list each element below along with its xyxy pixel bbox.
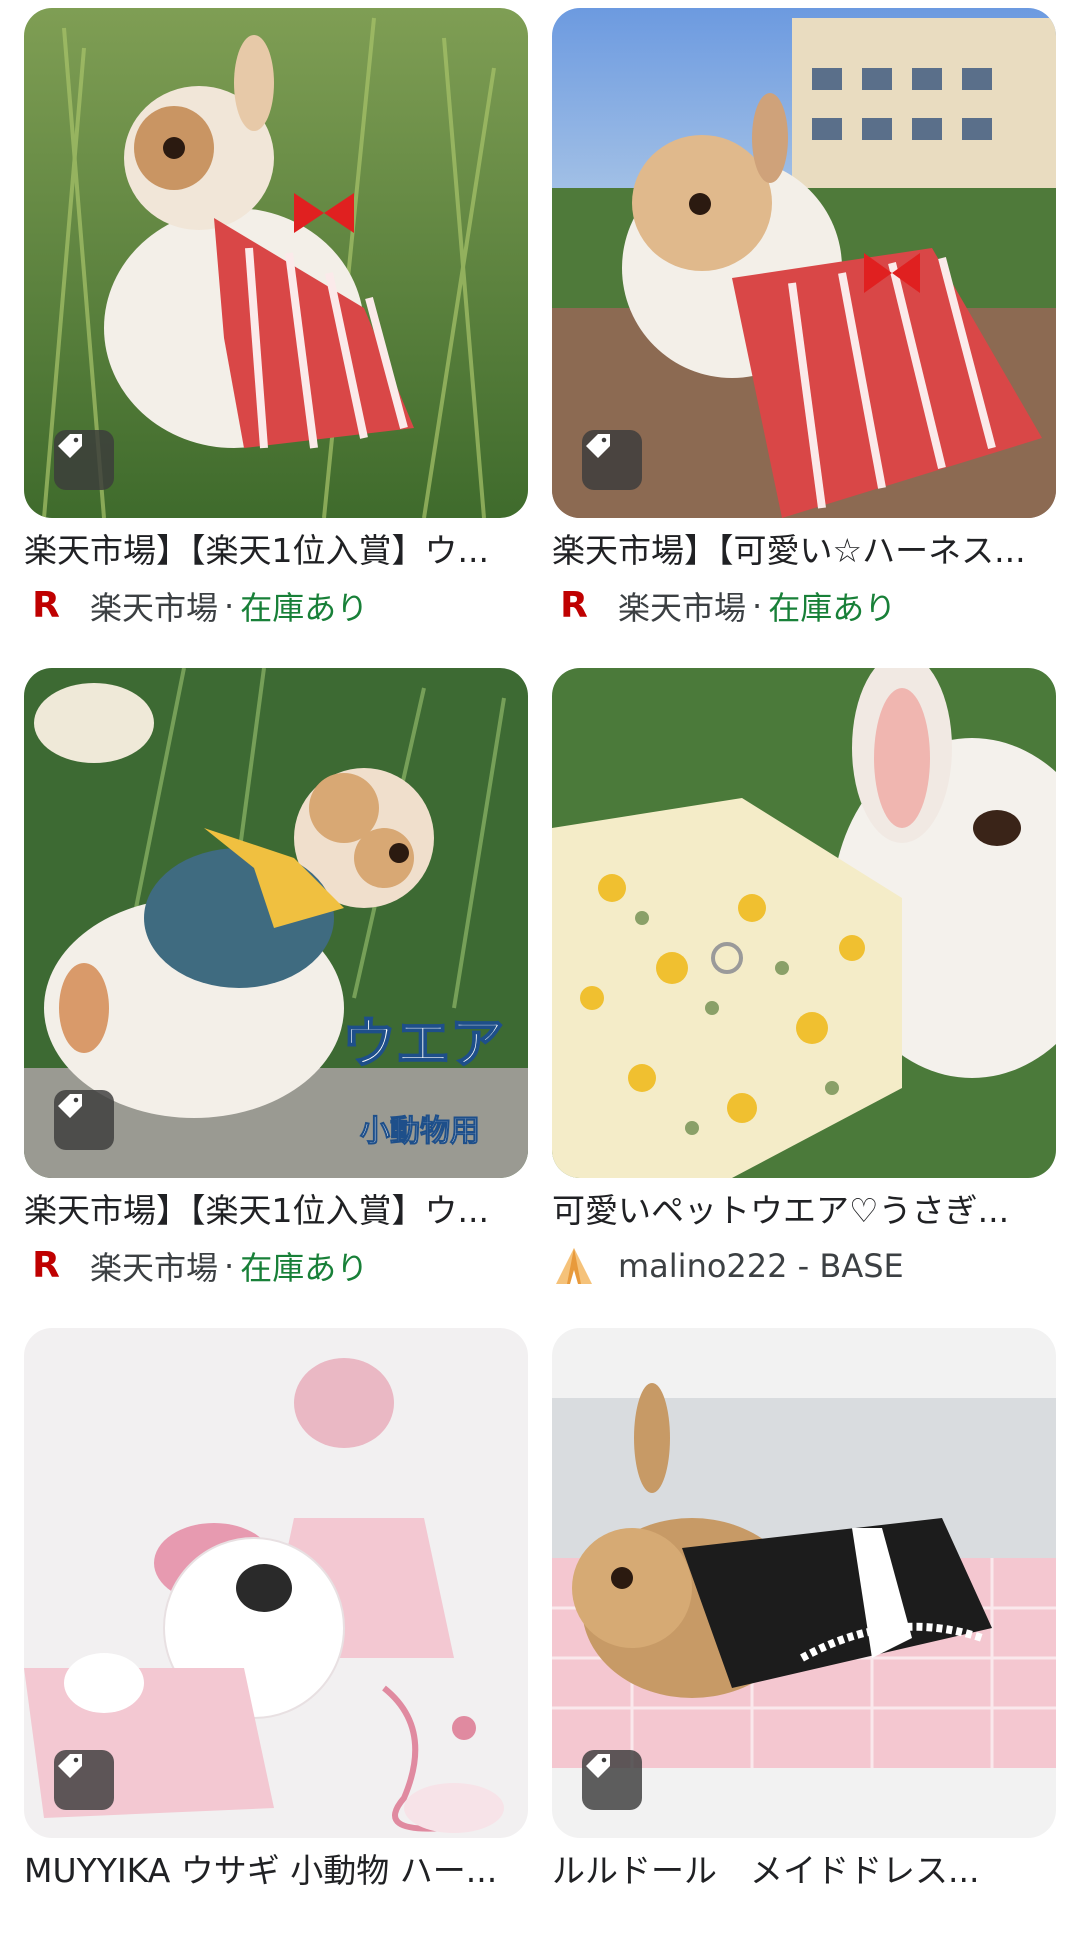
product-image[interactable]: ウエア 小動物用 — [24, 668, 528, 1178]
product-title[interactable]: MUYYIKA ウサギ 小動物 ハー... — [24, 1850, 528, 1892]
rakuten-r-icon — [552, 1904, 596, 1948]
product-source[interactable] — [552, 1904, 1056, 1948]
product-card[interactable]: 楽天市場】【可愛い☆ハーネス... R 楽天市場 · 在庫あり — [552, 8, 1056, 628]
product-image[interactable] — [24, 1328, 528, 1838]
product-card[interactable]: ルルドール メイドドレス... — [552, 1328, 1056, 1948]
product-source[interactable]: malino222 - BASE — [552, 1244, 1056, 1288]
product-title[interactable]: 可愛いペットウエア♡うさぎ... — [552, 1190, 1056, 1232]
product-source[interactable]: R 楽天市場 · 在庫あり — [552, 584, 1056, 628]
product-image[interactable] — [552, 668, 1056, 1178]
price-tag-icon — [582, 430, 642, 490]
source-name: 楽天市場 — [90, 589, 219, 627]
product-card[interactable]: ウエア 小動物用 楽天市場】【楽天1位入賞】ウ... R 楽天市場 · 在庫あり — [24, 668, 528, 1288]
stock-status: 在庫あり — [240, 589, 369, 627]
rakuten-r-icon: R — [560, 585, 588, 626]
price-tag-icon — [54, 1090, 114, 1150]
image-overlay-text: ウエア — [341, 1011, 505, 1076]
product-image[interactable] — [552, 8, 1056, 518]
product-title[interactable]: 楽天市場】【楽天1位入賞】ウ... — [24, 1190, 528, 1232]
product-title[interactable]: 楽天市場】【楽天1位入賞】ウ... — [24, 530, 528, 572]
product-title[interactable]: 楽天市場】【可愛い☆ハーネス... — [552, 530, 1056, 572]
product-source[interactable]: R 楽天市場 · 在庫あり — [24, 1244, 528, 1288]
product-card[interactable]: MUYYIKA ウサギ 小動物 ハー... — [24, 1328, 528, 1948]
image-overlay-subtext: 小動物用 — [360, 1114, 481, 1150]
price-tag-icon — [582, 1750, 642, 1810]
stock-status: 在庫あり — [768, 589, 897, 627]
base-tent-icon — [552, 1244, 596, 1288]
stock-status: 在庫あり — [240, 1249, 369, 1287]
source-name: 楽天市場 — [618, 589, 747, 627]
separator: · — [224, 1247, 235, 1285]
rakuten-r-icon — [24, 1904, 68, 1948]
separator: · — [752, 587, 763, 625]
product-source[interactable] — [24, 1904, 528, 1948]
price-tag-icon — [54, 1750, 114, 1810]
rakuten-r-icon: R — [32, 1245, 60, 1286]
rakuten-r-icon: R — [32, 585, 60, 626]
source-name: 楽天市場 — [90, 1249, 219, 1287]
product-source[interactable]: R 楽天市場 · 在庫あり — [24, 584, 528, 628]
price-tag-icon — [54, 430, 114, 490]
product-image[interactable] — [24, 8, 528, 518]
separator: · — [224, 587, 235, 625]
product-image[interactable] — [552, 1328, 1056, 1838]
product-title[interactable]: ルルドール メイドドレス... — [552, 1850, 1056, 1892]
product-card[interactable]: 可愛いペットウエア♡うさぎ... malino222 - BASE — [552, 668, 1056, 1288]
shopping-results-grid: 楽天市場】【楽天1位入賞】ウ... R 楽天市場 · 在庫あり 楽天市場】【可愛… — [0, 0, 1080, 1904]
source-name: malino222 - BASE — [618, 1247, 904, 1285]
product-card[interactable]: 楽天市場】【楽天1位入賞】ウ... R 楽天市場 · 在庫あり — [24, 8, 528, 628]
